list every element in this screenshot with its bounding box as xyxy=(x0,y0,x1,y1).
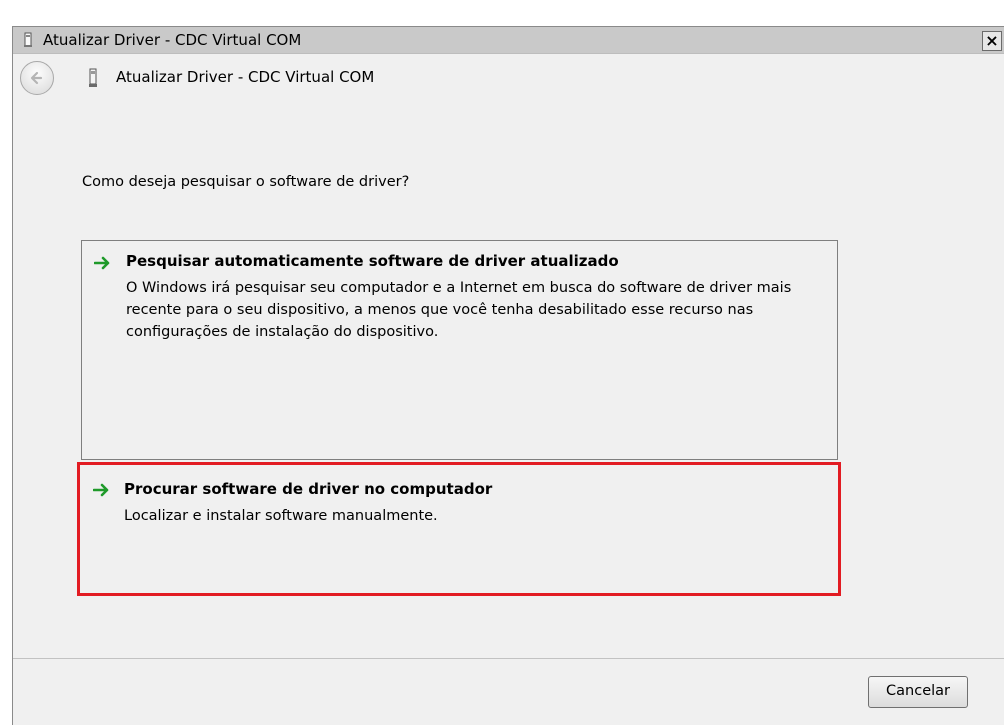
option-description: O Windows irá pesquisar seu computador e… xyxy=(126,280,792,340)
update-driver-window: Atualizar Driver - CDC Virtual COM × Atu… xyxy=(12,26,1004,725)
green-arrow-icon xyxy=(92,482,111,497)
back-arrow-icon xyxy=(30,71,43,85)
title-bar: Atualizar Driver - CDC Virtual COM × xyxy=(13,27,1004,53)
search-automatically-option[interactable]: Pesquisar automaticamente software de dr… xyxy=(81,240,838,460)
dialog-body: Atualizar Driver - CDC Virtual COM Como … xyxy=(13,53,1004,725)
option-title: Pesquisar automaticamente software de dr… xyxy=(126,252,619,270)
device-icon xyxy=(87,68,99,88)
option-title: Procurar software de driver no computado… xyxy=(124,480,493,498)
green-arrow-icon xyxy=(93,255,112,270)
back-button[interactable] xyxy=(20,61,54,95)
browse-computer-option[interactable]: Procurar software de driver no computado… xyxy=(77,462,841,596)
navigation-bar: Atualizar Driver - CDC Virtual COM xyxy=(13,54,1004,116)
option-description: Localizar e instalar software manualment… xyxy=(124,508,438,524)
close-button[interactable]: × xyxy=(982,31,1002,51)
footer-divider xyxy=(13,658,1004,659)
search-question: Como deseja pesquisar o software de driv… xyxy=(82,174,410,190)
device-icon xyxy=(21,32,35,48)
cancel-button[interactable]: Cancelar xyxy=(868,676,968,708)
page-title: Atualizar Driver - CDC Virtual COM xyxy=(116,68,375,86)
window-title: Atualizar Driver - CDC Virtual COM xyxy=(43,31,302,49)
